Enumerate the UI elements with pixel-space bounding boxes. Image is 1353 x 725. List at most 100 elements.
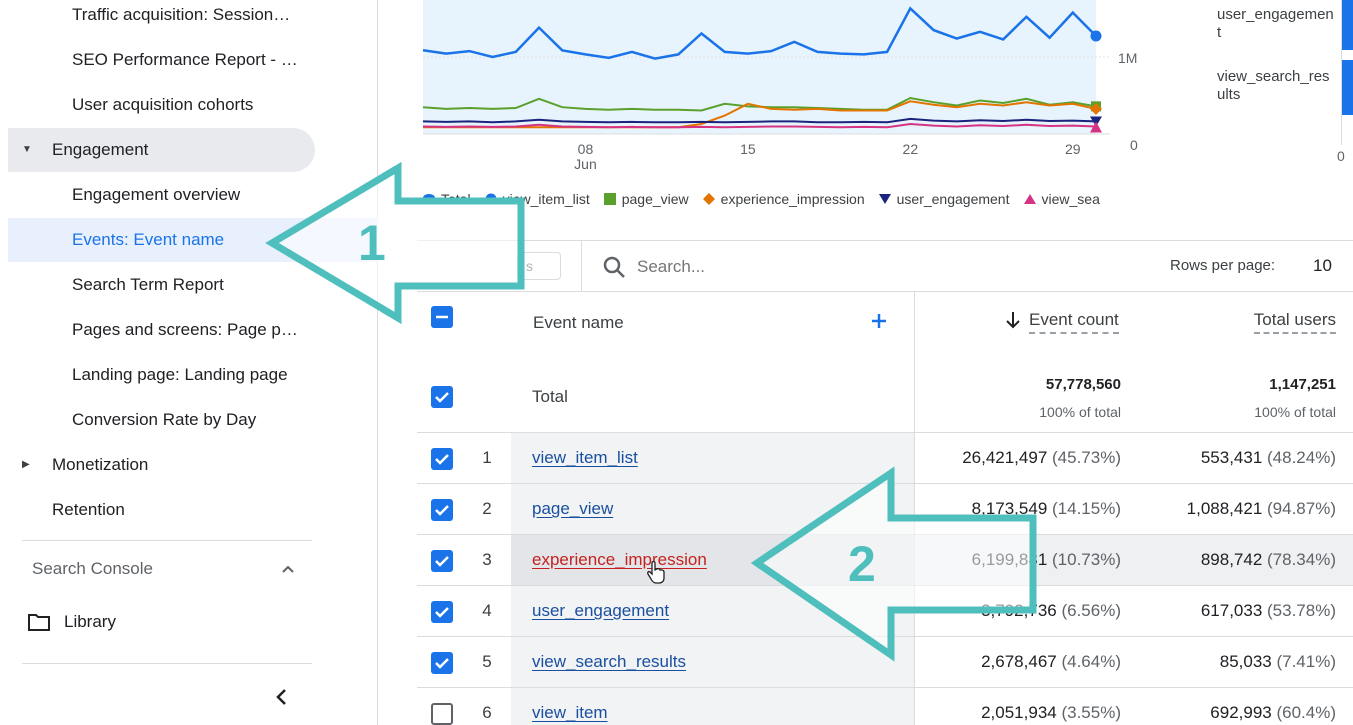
row-checkbox[interactable] bbox=[431, 448, 453, 470]
event-count-pct: (4.64%) bbox=[1061, 652, 1121, 671]
col-header-event-name[interactable]: Event name bbox=[533, 313, 624, 333]
sort-arrow-down-icon[interactable] bbox=[1005, 310, 1021, 330]
row-index: 6 bbox=[482, 703, 492, 722]
x-ticks: 08Jun 15 22 29 bbox=[574, 141, 1081, 172]
total-label: Total bbox=[532, 387, 568, 406]
event-count-cell: 3,792,736 (6.56%) bbox=[981, 601, 1121, 621]
event-name-link[interactable]: view_search_results bbox=[532, 652, 686, 672]
chevron-up-icon[interactable] bbox=[280, 561, 296, 577]
total-checkbox[interactable] bbox=[431, 386, 453, 408]
table-row[interactable]: 5 view_search_results 2,678,467 (4.64%) 85,… bbox=[417, 637, 1353, 688]
search-icon[interactable] bbox=[602, 255, 626, 279]
total-users-cell: 898,742 (78.34%) bbox=[1201, 550, 1336, 570]
legend-circle-icon bbox=[485, 193, 497, 205]
total-users-value: 692,993 bbox=[1210, 703, 1272, 722]
row-index: 4 bbox=[482, 601, 492, 620]
collapse-chevron-left-icon[interactable] bbox=[274, 687, 290, 707]
event-count-value: 6,199,881 bbox=[971, 550, 1048, 569]
legend-label: Total bbox=[441, 191, 471, 207]
caret-right-icon[interactable]: ▶ bbox=[22, 459, 30, 470]
sidebar-library[interactable]: Library bbox=[64, 605, 116, 639]
add-dimension-plus-icon[interactable] bbox=[870, 312, 888, 330]
total-users-pct: (94.87%) bbox=[1267, 499, 1336, 518]
row-checkbox[interactable] bbox=[431, 652, 453, 674]
total-users-cell: 617,033 (53.78%) bbox=[1201, 601, 1336, 621]
total-users-value: 85,033 bbox=[1219, 652, 1272, 671]
legend-label: experience_impression bbox=[720, 191, 865, 207]
x-tick-label: 29 bbox=[1065, 141, 1081, 157]
event-count-pct: (10.73%) bbox=[1052, 550, 1121, 569]
sidebar-item-landing-page[interactable]: Landing page: Landing page bbox=[72, 358, 288, 392]
total-users-cell: 553,431 (48.24%) bbox=[1201, 448, 1336, 468]
legend-label: view_sea bbox=[1041, 191, 1100, 207]
event-count-cell: 26,421,497 (45.73%) bbox=[962, 448, 1121, 468]
event-count-pct: (6.56%) bbox=[1061, 601, 1121, 620]
total-users: 1,147,251 bbox=[1269, 376, 1336, 393]
legend-label: user_engagement bbox=[896, 191, 1010, 207]
sidebar-item-conversion-rate[interactable]: Conversion Rate by Day bbox=[72, 403, 256, 437]
sidebar-search-console[interactable]: Search Console bbox=[32, 552, 153, 586]
total-users-pct: (78.34%) bbox=[1267, 550, 1336, 569]
sidebar-item-search-term-report[interactable]: Search Term Report bbox=[72, 268, 224, 302]
event-name-link[interactable]: page_view bbox=[532, 499, 613, 519]
row-checkbox[interactable] bbox=[431, 550, 453, 572]
legend-triangle-down-icon bbox=[878, 194, 891, 204]
event-name-link[interactable]: view_item_list bbox=[532, 448, 638, 468]
legend-item-experience-impression[interactable]: experience_impression bbox=[702, 191, 865, 207]
sidebar-item-pages-and-screens[interactable]: Pages and screens: Page p… bbox=[72, 313, 298, 347]
search-input[interactable] bbox=[637, 253, 937, 281]
table-row[interactable]: 1 view_item_list 26,421,497 (45.73%) 553,43… bbox=[417, 433, 1353, 484]
event-count-value: 3,792,736 bbox=[981, 601, 1057, 620]
table-row[interactable]: 3 experience_impression 6,199,881 (10.73%)… bbox=[417, 535, 1353, 586]
bar-user-engagement bbox=[1342, 0, 1353, 50]
total-users-pct: 100% of total bbox=[1254, 404, 1336, 420]
right-legend-view-search-results: view_search_results bbox=[1217, 68, 1330, 103]
event-count-pct: (3.55%) bbox=[1061, 703, 1121, 722]
sidebar-section-monetization[interactable]: Monetization bbox=[52, 448, 148, 482]
col-header-total-users[interactable]: Total users bbox=[1253, 310, 1336, 334]
right-bar-legend: user_engagement view_search_results bbox=[1217, 6, 1337, 130]
total-users-value: 898,742 bbox=[1200, 550, 1263, 569]
event-count-value: 26,421,497 bbox=[962, 448, 1048, 467]
total-users-cell: 1,088,421 (94.87%) bbox=[1187, 499, 1336, 519]
sidebar-divider bbox=[22, 540, 312, 541]
bar-view-search-results bbox=[1342, 60, 1353, 115]
col-header-event-count[interactable]: Event count bbox=[1029, 310, 1119, 334]
legend-square-icon bbox=[603, 193, 616, 205]
event-name-link[interactable]: experience_impression bbox=[532, 550, 707, 570]
total-users-cell: 85,033 (7.41%) bbox=[1220, 652, 1336, 672]
row-checkbox[interactable] bbox=[431, 499, 453, 521]
rows-per-page-label: Rows per page: bbox=[1170, 257, 1276, 274]
row-checkbox[interactable] bbox=[431, 703, 453, 725]
legend-item-user-engagement[interactable]: user_engagement bbox=[878, 191, 1010, 207]
rows-per-page-select[interactable]: 10 bbox=[1313, 256, 1332, 276]
row-checkbox[interactable] bbox=[431, 601, 453, 623]
sidebar-divider-bottom bbox=[22, 663, 312, 664]
legend-cloud-icon bbox=[423, 194, 435, 205]
total-users-value: 1,088,421 bbox=[1186, 499, 1263, 518]
event-count-value: 2,051,934 bbox=[981, 703, 1057, 722]
legend-item-view-item-list[interactable]: view_item_list bbox=[485, 191, 590, 207]
row-index: 3 bbox=[482, 550, 492, 569]
folder-icon bbox=[28, 614, 50, 631]
table-row[interactable]: 6 view_item 2,051,934 (3.55%) 692,993 (60.4… bbox=[417, 688, 1353, 725]
table-row[interactable]: 4 user_engagement 3,792,736 (6.56%) 617,033… bbox=[417, 586, 1353, 637]
event-name-link[interactable]: view_item bbox=[532, 703, 608, 723]
total-users-pct: (53.78%) bbox=[1267, 601, 1336, 620]
total-users-cell: 692,993 (60.4%) bbox=[1210, 703, 1336, 723]
sidebar-section-retention[interactable]: Retention bbox=[52, 493, 125, 527]
legend-item-view-search[interactable]: view_sea bbox=[1023, 191, 1100, 207]
event-count-pct: (45.73%) bbox=[1052, 448, 1121, 467]
filter-button[interactable]: s bbox=[517, 252, 561, 280]
event-count-value: 2,678,467 bbox=[981, 652, 1057, 671]
legend-item-page-view[interactable]: page_view bbox=[603, 191, 689, 207]
select-all-checkbox[interactable] bbox=[431, 306, 453, 328]
legend-triangle-up-icon bbox=[1023, 194, 1036, 204]
x-tick-label: 08 bbox=[578, 141, 594, 157]
right-axis-zero: 0 bbox=[1337, 148, 1345, 164]
legend-item-total[interactable]: Total bbox=[423, 191, 471, 207]
event-count-cell: 6,199,881 (10.73%) bbox=[972, 550, 1121, 570]
event-name-link[interactable]: user_engagement bbox=[532, 601, 669, 621]
table-row[interactable]: 2 page_view 8,173,549 (14.15%) 1,088,421 (9… bbox=[417, 484, 1353, 535]
table-header: Event name Event count Total users Total… bbox=[417, 292, 1353, 433]
